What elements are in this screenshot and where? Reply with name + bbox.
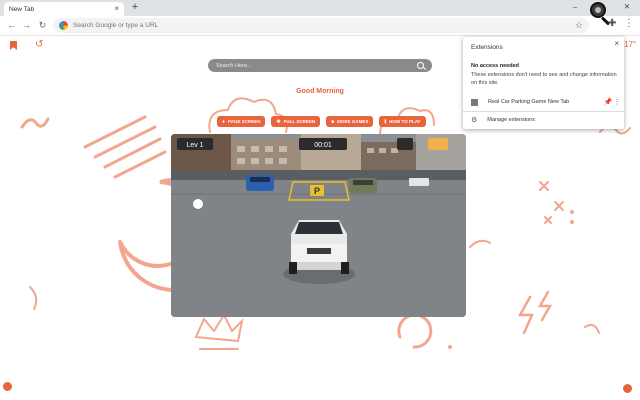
info-icon: ℹ bbox=[384, 118, 387, 125]
extension-name: Real Car Parking Game New Tab bbox=[488, 99, 570, 105]
forward-icon[interactable]: → bbox=[20, 19, 33, 32]
level-label: Lev 1 bbox=[186, 142, 203, 149]
google-icon bbox=[59, 21, 68, 30]
gear-indicator bbox=[409, 178, 429, 186]
history-icon[interactable]: ↺ bbox=[35, 39, 43, 50]
weather-temperature: 17° bbox=[624, 40, 637, 49]
extension-list-item[interactable]: Real Car Parking Game New Tab 📌 ⋮ bbox=[471, 97, 621, 107]
minimize-icon[interactable]: – bbox=[562, 0, 588, 14]
help-icon[interactable] bbox=[623, 384, 632, 393]
extension-favicon-icon bbox=[471, 98, 478, 106]
page-search-bar[interactable] bbox=[208, 59, 432, 72]
game-frame[interactable]: P Lev 1 00:01 bbox=[171, 134, 466, 317]
extensions-popup-close-icon[interactable]: × bbox=[614, 39, 619, 48]
squiggle-doodle bbox=[20, 117, 50, 129]
new-tab-button[interactable]: + bbox=[129, 1, 141, 14]
gamepad-icon: ■ bbox=[331, 118, 335, 125]
tab-new-tab[interactable]: New Tab × bbox=[4, 2, 124, 16]
page-screen-button[interactable]: ● PAGE SCREEN bbox=[217, 116, 266, 127]
full-screen-button[interactable]: ✥ FULL SCREEN bbox=[271, 116, 321, 127]
extension-icon[interactable] bbox=[590, 2, 606, 18]
settings-icon[interactable] bbox=[3, 382, 12, 391]
search-icon[interactable] bbox=[417, 62, 424, 69]
manage-extensions-label: Manage extensions bbox=[487, 117, 535, 123]
game-button-row: ● PAGE SCREEN ✥ FULL SCREEN ■ MORE GAMES… bbox=[217, 116, 426, 127]
window-close-icon[interactable]: ✕ bbox=[614, 0, 640, 14]
parking-sign: P bbox=[314, 186, 320, 196]
divider bbox=[463, 111, 624, 112]
camera-button[interactable] bbox=[397, 138, 413, 150]
extensions-popup: Extensions × No access needed These exte… bbox=[463, 37, 624, 129]
reload-icon[interactable]: ↻ bbox=[36, 19, 49, 32]
browser-toolbar: ← → ↻ ☆ bbox=[0, 16, 640, 36]
omnibox-input[interactable] bbox=[73, 22, 575, 29]
no-access-description: These extensions don't need to see and c… bbox=[471, 72, 617, 86]
bookmark-star-icon[interactable]: ☆ bbox=[575, 20, 583, 31]
game-scene[interactable]: P Lev 1 00:01 bbox=[171, 134, 466, 317]
no-access-heading: No access needed bbox=[471, 63, 519, 69]
tab-title: New Tab bbox=[9, 5, 35, 13]
back-icon[interactable]: ← bbox=[5, 19, 18, 32]
pin-icon[interactable]: 📌 bbox=[603, 98, 613, 106]
headlight-button[interactable] bbox=[193, 199, 203, 209]
omnibox[interactable]: ☆ bbox=[53, 18, 589, 33]
fullscreen-icon: ✥ bbox=[276, 118, 281, 125]
bulb-icon: ● bbox=[222, 118, 226, 125]
tab-close-icon[interactable]: × bbox=[114, 5, 119, 13]
extension-more-icon[interactable]: ⋮ bbox=[613, 98, 621, 106]
puzzle-icon[interactable]: ✚ bbox=[608, 18, 616, 29]
how-to-play-button[interactable]: ℹ HOW TO PLAY bbox=[379, 116, 426, 127]
browser-menu-icon[interactable]: ⋮ bbox=[624, 18, 634, 29]
manage-extensions-link[interactable]: ⚙ Manage extensions bbox=[471, 116, 535, 124]
more-games-button[interactable]: ■ MORE GAMES bbox=[326, 116, 374, 127]
page-search-input[interactable] bbox=[216, 62, 417, 69]
pause-button[interactable] bbox=[428, 138, 448, 150]
extensions-popup-title: Extensions bbox=[471, 44, 503, 51]
gear-icon: ⚙ bbox=[471, 117, 478, 124]
tab-strip: New Tab × + – ▢ ✕ bbox=[0, 0, 640, 16]
timer-label: 00:01 bbox=[314, 142, 332, 149]
